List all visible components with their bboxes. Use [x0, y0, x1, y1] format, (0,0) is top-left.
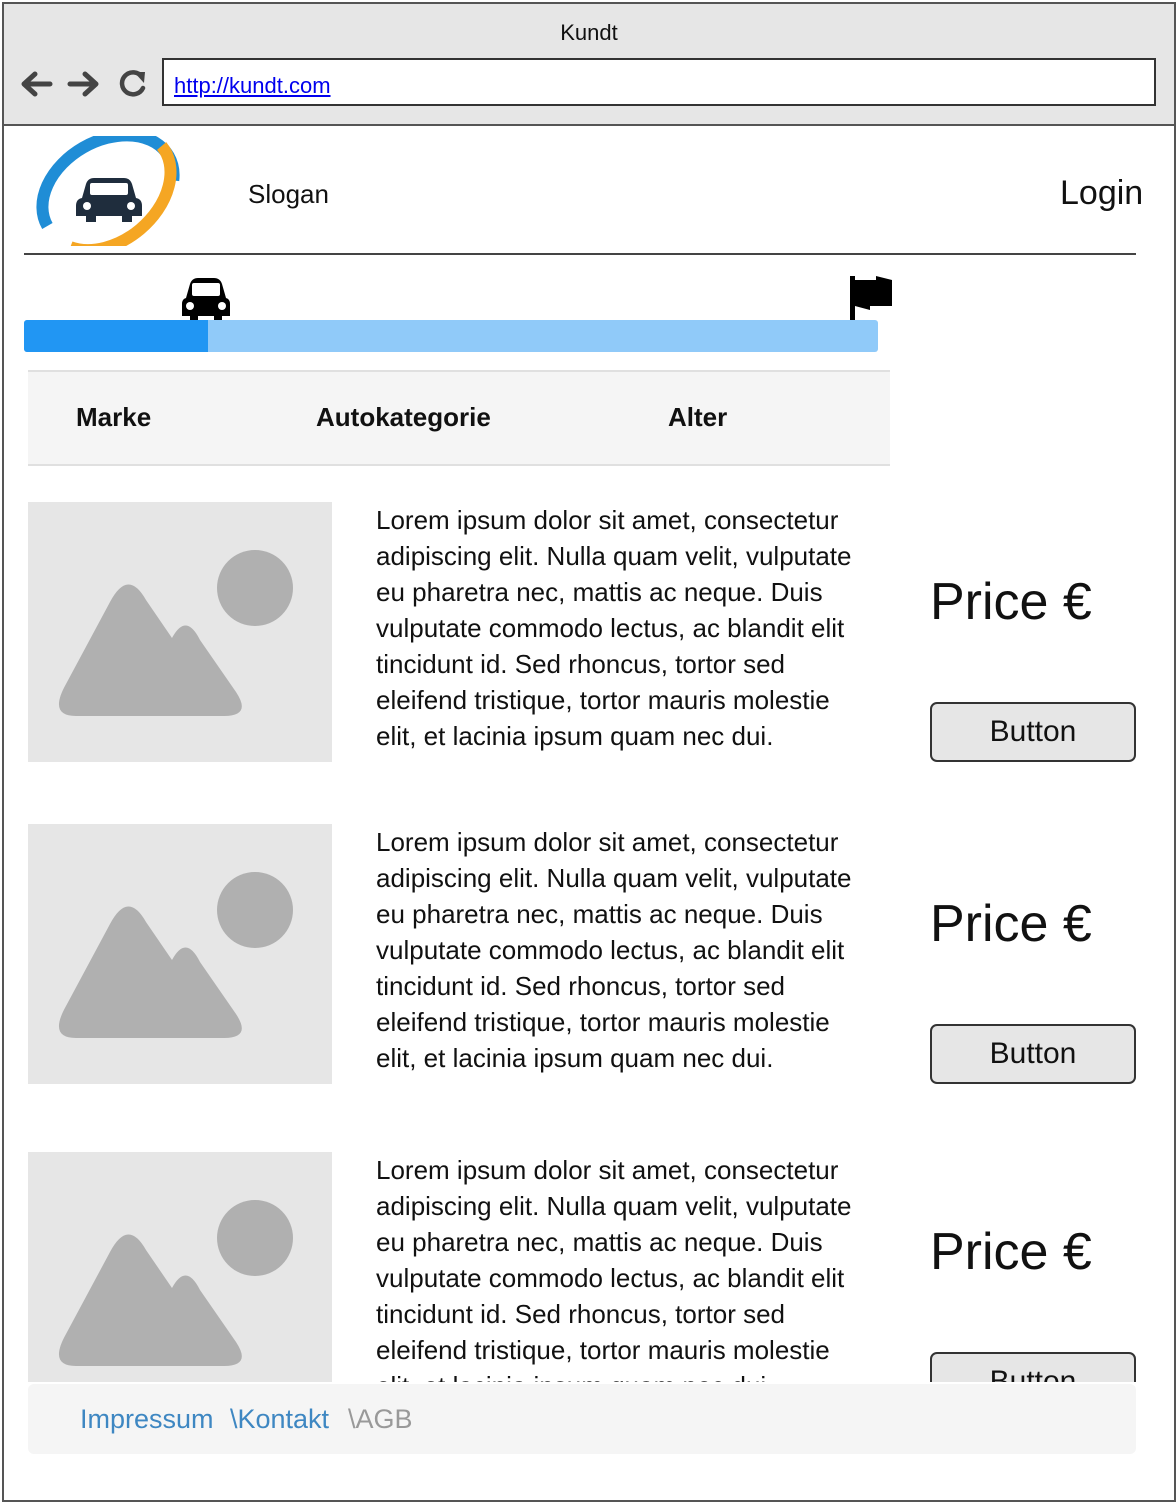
- item-price: Price €: [930, 1223, 1092, 1281]
- footer: Impressum \Kontakt \AGB: [28, 1384, 1136, 1454]
- item-button[interactable]: Button: [930, 702, 1136, 762]
- list-item: Lorem ipsum dolor sit amet, consectetur a…: [4, 824, 1174, 1124]
- image-icon: [58, 872, 293, 1038]
- image-icon: [58, 1200, 293, 1366]
- image-placeholder: [28, 824, 332, 1084]
- item-description: Lorem ipsum dolor sit amet, consectetur a…: [376, 827, 852, 1073]
- item-button[interactable]: Button: [930, 1352, 1136, 1382]
- item-button[interactable]: Button: [930, 1024, 1136, 1084]
- image-placeholder: [28, 502, 332, 762]
- item-price: Price €: [930, 573, 1092, 631]
- item-description: Lorem ipsum dolor sit amet, consectetur a…: [376, 1155, 852, 1382]
- image-icon: [58, 550, 293, 716]
- list-item: Lorem ipsum dolor sit amet, consectetur a…: [4, 502, 1174, 802]
- footer-link-agb[interactable]: \AGB: [348, 1404, 413, 1435]
- footer-link-kontakt[interactable]: \Kontakt: [230, 1404, 329, 1435]
- item-description: Lorem ipsum dolor sit amet, consectetur a…: [376, 505, 852, 751]
- image-placeholder: [28, 1152, 332, 1382]
- item-price: Price €: [930, 895, 1092, 953]
- browser-window: Kundt http://kundt.com Slogan Login Mark…: [2, 2, 1176, 1502]
- list-item: Lorem ipsum dolor sit amet, consectetur a…: [4, 1152, 1174, 1382]
- listings: Lorem ipsum dolor sit amet, consectetur a…: [4, 4, 1174, 1382]
- footer-link-impressum[interactable]: Impressum: [80, 1404, 214, 1435]
